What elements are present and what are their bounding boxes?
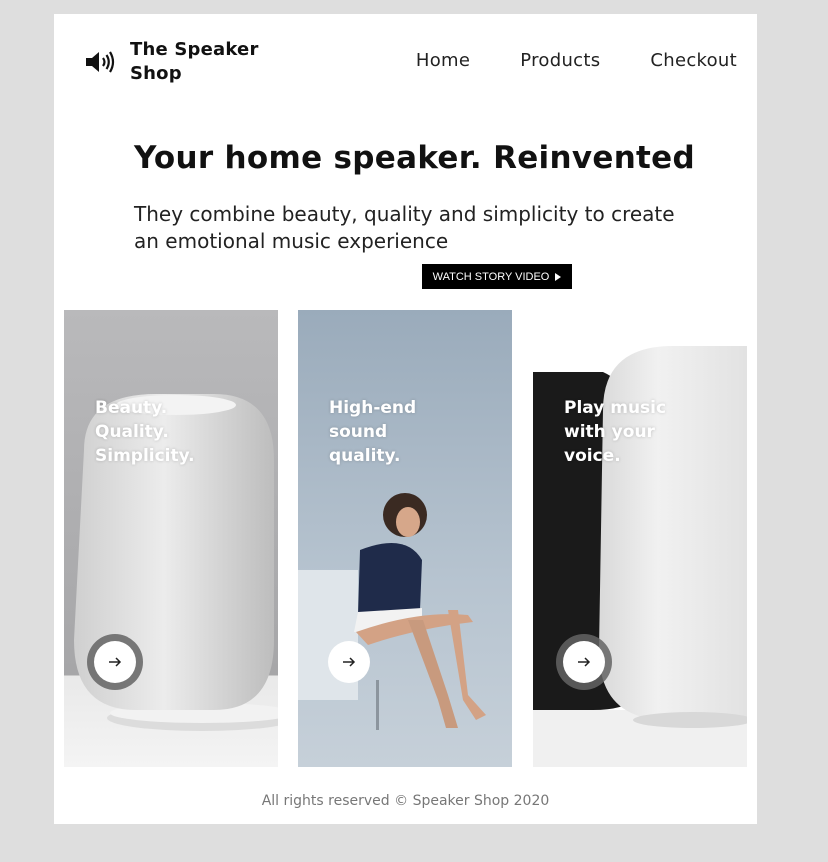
- watch-story-video-button[interactable]: WATCH STORY VIDEO: [422, 264, 572, 289]
- card-arrow-button[interactable]: [94, 641, 136, 683]
- hero-title: Your home speaker. Reinvented: [134, 140, 695, 176]
- hero-subtitle: They combine beauty, quality and simplic…: [134, 202, 675, 253]
- page: The Speaker Shop Home Products Checkout …: [54, 14, 757, 824]
- white-speaker-photo: [64, 310, 278, 767]
- arrow-right-icon: [343, 657, 356, 667]
- nav-checkout[interactable]: Checkout: [650, 50, 737, 71]
- two-speakers-photo: [533, 310, 747, 767]
- card-arrow-button[interactable]: [563, 641, 605, 683]
- brand-logo[interactable]: The Speaker Shop: [84, 38, 270, 86]
- cta-label: WATCH STORY VIDEO: [432, 270, 550, 283]
- arrow-right-icon: [578, 657, 591, 667]
- card-arrow-button[interactable]: [328, 641, 370, 683]
- woman-sitting-photo: [298, 310, 512, 767]
- card-text: Play music with your voice.: [564, 398, 667, 466]
- speaker-volume-icon: [86, 51, 115, 73]
- feature-card-voice[interactable]: Play music with your voice.: [533, 310, 747, 767]
- footer-copyright: All rights reserved © Speaker Shop 2020: [261, 793, 550, 809]
- card-text: High-end sound quality.: [329, 398, 417, 466]
- play-icon: [555, 272, 562, 281]
- brand-name: The Speaker Shop: [130, 39, 259, 84]
- nav-home[interactable]: Home: [416, 50, 470, 71]
- feature-card-sound[interactable]: High-end sound quality.: [298, 310, 512, 767]
- arrow-right-icon: [109, 657, 122, 667]
- card-text: Beauty. Quality. Simplicity.: [95, 398, 195, 466]
- feature-card-beauty[interactable]: Beauty. Quality. Simplicity.: [64, 310, 278, 767]
- main-nav: Home Products Checkout: [366, 50, 737, 71]
- nav-products[interactable]: Products: [520, 50, 600, 71]
